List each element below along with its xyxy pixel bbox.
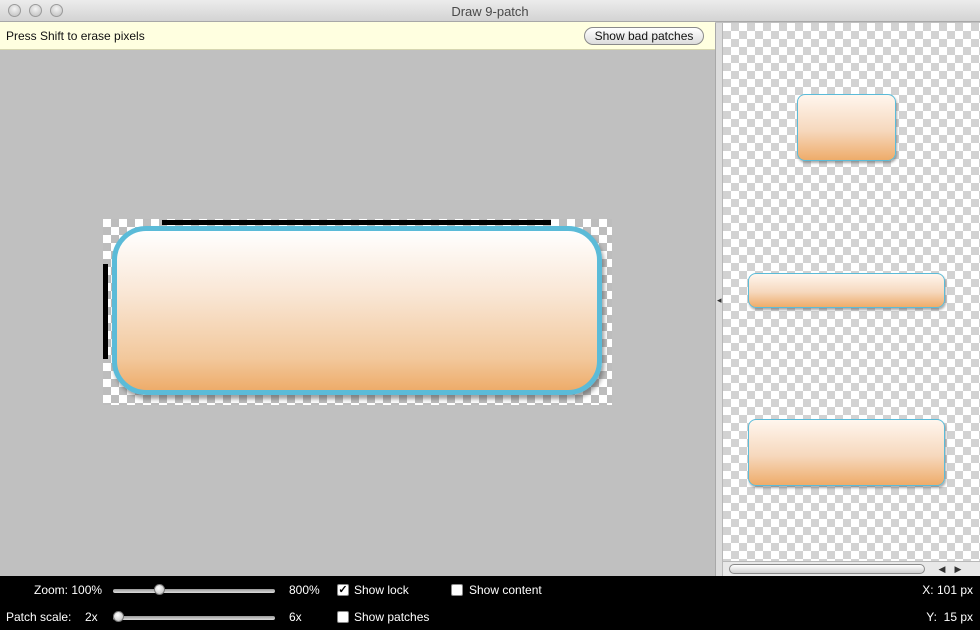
show-content-label: Show content: [469, 583, 542, 597]
hint-bar: Press Shift to erase pixels Show bad pat…: [0, 22, 715, 50]
show-lock-checkbox[interactable]: ✓: [337, 584, 349, 596]
show-bad-patches-button[interactable]: Show bad patches: [584, 27, 704, 45]
scrollbar-thumb[interactable]: [729, 564, 925, 574]
title-bar: Draw 9-patch: [0, 0, 980, 22]
preview-horizontal-scrollbar[interactable]: ◀ ▶: [723, 561, 980, 576]
preview-both-stretch: [748, 419, 945, 486]
cursor-x-readout: X: 101 px: [922, 583, 973, 597]
scroll-left-icon[interactable]: ◀: [935, 563, 949, 575]
divider-arrow-icon[interactable]: ◂: [717, 295, 722, 306]
patch-editor-canvas[interactable]: [0, 51, 715, 576]
hint-text: Press Shift to erase pixels: [6, 29, 145, 43]
button-graphic: [112, 226, 602, 395]
stretch-preview-pane: [723, 23, 980, 561]
cursor-y-readout: Y: 15 px: [926, 610, 973, 624]
stretch-marker-top[interactable]: [162, 220, 551, 225]
stretch-marker-left[interactable]: [103, 264, 108, 359]
preview-original-size: [797, 94, 896, 161]
preview-horizontal-stretch: [748, 273, 945, 308]
show-lock-label: Show lock: [354, 583, 409, 597]
patch-scale-max-label: 6x: [289, 610, 302, 624]
bottom-toolbar: Zoom: 100% 800% Patch scale: 2x 6x ✓ Sho…: [0, 576, 980, 630]
patch-scale-min-label: 2x: [85, 610, 98, 624]
patch-scale-slider-knob[interactable]: [113, 611, 124, 622]
show-patches-label: Show patches: [354, 610, 430, 624]
window-title: Draw 9-patch: [451, 4, 529, 19]
patch-scale-slider[interactable]: [113, 616, 275, 620]
zoom-max-label: 800%: [289, 583, 320, 597]
show-patches-checkbox[interactable]: [337, 611, 349, 623]
scroll-right-icon[interactable]: ▶: [951, 563, 965, 575]
split-pane-divider[interactable]: ◂: [715, 23, 723, 576]
zoom-label: Zoom: 100%: [34, 583, 103, 597]
nine-patch-image[interactable]: [103, 219, 612, 405]
zoom-slider[interactable]: [113, 589, 275, 593]
patch-scale-label: Patch scale:: [6, 610, 72, 624]
zoom-slider-knob[interactable]: [153, 584, 165, 595]
show-content-checkbox[interactable]: [451, 584, 463, 596]
